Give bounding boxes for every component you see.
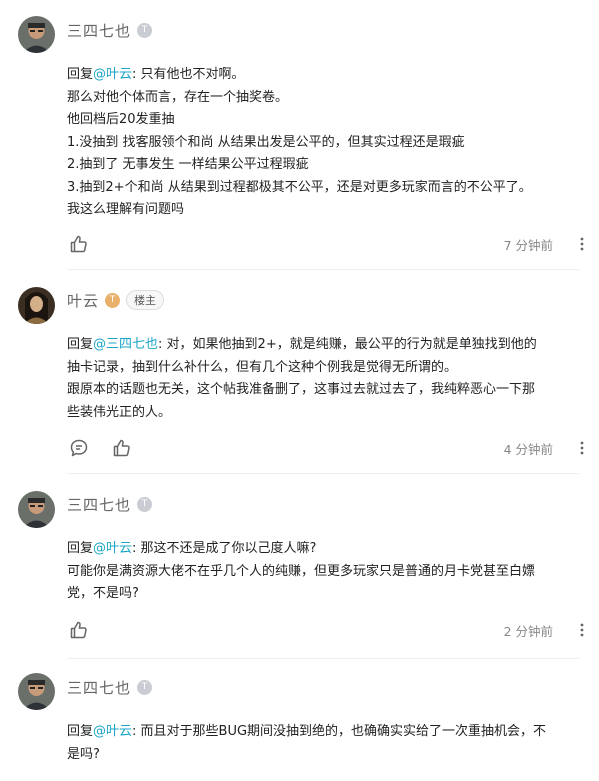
reply-colon: : bbox=[132, 724, 141, 739]
comment-body: 回复@叶云: 只有他也不对啊。 那么对他个体而言，存在一个抽奖卷。 他回档后20… bbox=[67, 64, 587, 222]
comment-line: 回复@叶云: 而且对于那些BUG期间没抽到绝的，也确确实实给了一次重抽机会，不 bbox=[67, 721, 587, 744]
reply-button[interactable] bbox=[68, 437, 90, 459]
reply-prefix: 回复 bbox=[67, 541, 94, 556]
comment-line: 跟原本的话题也无关，这个帖我准备删了，这事过去就过去了，我纯粹恶心一下那 bbox=[67, 382, 536, 397]
comment-line: 3.抽到2+个和尚 从结果到过程都极其不公平，还是对更多玩家而言的不公平了。 bbox=[67, 179, 532, 195]
timestamp: 2 分钟前 bbox=[503, 624, 553, 639]
comment-line: 1.没抽到 找客服领个和尚 从结果出发是公平的，但其实过程还是瑕疵 bbox=[67, 134, 465, 150]
mention-link[interactable]: @叶云 bbox=[93, 724, 132, 739]
avatar[interactable] bbox=[18, 491, 55, 528]
comment-actions: 2 分钟前 bbox=[67, 619, 587, 641]
author-row: 三四七也 T bbox=[67, 19, 153, 41]
username[interactable]: 叶云 bbox=[67, 290, 99, 311]
comment-line: 是吗? bbox=[67, 746, 100, 762]
author-row: 三四七也 T bbox=[67, 493, 153, 515]
comment-actions: 7 分钟前 bbox=[67, 233, 587, 255]
comment-line: 回复@三四七也: 对，如果他抽到2+，就是纯赚，最公平的行为就是单独找到他的 bbox=[67, 334, 587, 357]
thumbs-up-icon bbox=[70, 621, 87, 639]
author-row: 三四七也 T bbox=[67, 676, 153, 698]
like-button[interactable] bbox=[68, 233, 90, 255]
reply-prefix: 回复 bbox=[67, 724, 94, 739]
level-badge: T bbox=[137, 679, 153, 695]
comment-line: 回复@叶云: 只有他也不对啊。 bbox=[67, 64, 587, 87]
comment-body: 回复@叶云: 那这不还是成了你以己度人嘛? 可能你是满资源大佬不在乎几个人的纯赚… bbox=[67, 538, 587, 606]
timestamp: 7 分钟前 bbox=[503, 238, 553, 253]
comment-line: 回复@叶云: 那这不还是成了你以己度人嘛? bbox=[67, 538, 587, 561]
comment-line: 抽卡记录，抽到什么补什么，但有几个这种个例我是觉得无所谓的。 bbox=[67, 359, 458, 375]
comment-item: 三四七也 T 回复@叶云: 而且对于那些BUG期间没抽到绝的，也确确实实给了一次… bbox=[0, 660, 599, 781]
avatar[interactable] bbox=[18, 16, 55, 53]
mention-link[interactable]: @叶云 bbox=[93, 541, 132, 556]
reply-prefix: 回复 bbox=[67, 337, 94, 352]
comment-text: 而且对于那些BUG期间没抽到绝的，也确确实实给了一次重抽机会，不 bbox=[140, 724, 547, 739]
comment-bubble-icon bbox=[70, 439, 88, 457]
thumbs-up-icon bbox=[70, 235, 87, 253]
like-button[interactable] bbox=[68, 619, 90, 641]
like-button[interactable] bbox=[111, 437, 133, 459]
more-vertical-icon[interactable] bbox=[577, 437, 587, 459]
avatar[interactable] bbox=[18, 673, 55, 710]
comment-item: 叶云 T 楼主 回复@三四七也: 对，如果他抽到2+，就是纯赚，最公平的行为就是… bbox=[0, 270, 599, 475]
level-badge: T bbox=[137, 496, 153, 512]
comment-line: 2.抽到了 无事发生 一样结果公平过程瑕疵 bbox=[67, 157, 309, 172]
reply-colon: : bbox=[132, 541, 141, 556]
comment-line: 些装伟光正的人。 bbox=[67, 404, 172, 420]
avatar[interactable] bbox=[18, 287, 55, 324]
more-vertical-icon[interactable] bbox=[577, 233, 587, 255]
more-vertical-icon[interactable] bbox=[577, 619, 587, 641]
comment-line: 党，不是吗? bbox=[67, 586, 139, 601]
mention-link[interactable]: @三四七也 bbox=[93, 337, 158, 352]
reply-colon: : bbox=[158, 337, 167, 352]
op-badge: 楼主 bbox=[126, 290, 165, 310]
thumbs-up-icon bbox=[113, 439, 130, 457]
comment-body: 回复@三四七也: 对，如果他抽到2+，就是纯赚，最公平的行为就是单独找到他的 抽… bbox=[67, 334, 587, 424]
username[interactable]: 三四七也 bbox=[67, 677, 131, 698]
level-badge: T bbox=[105, 292, 121, 308]
comment-thread: 三四七也 T 回复@叶云: 只有他也不对啊。 那么对他个体而言，存在一个抽奖卷。… bbox=[0, 0, 599, 781]
divider bbox=[67, 473, 579, 474]
comment-line: 可能你是满资源大佬不在乎几个人的纯赚，但更多玩家只是普通的月卡党甚至白嫖 bbox=[67, 563, 536, 579]
comment-line: 我这么理解有问题吗 bbox=[67, 202, 185, 217]
reply-prefix: 回复 bbox=[67, 67, 94, 82]
author-row: 叶云 T 楼主 bbox=[67, 289, 165, 311]
comment-line: 那么对他个体而言，存在一个抽奖卷。 bbox=[67, 89, 289, 105]
mention-link[interactable]: @叶云 bbox=[93, 67, 132, 82]
comment-text: 对，如果他抽到2+，就是纯赚，最公平的行为就是单独找到他的 bbox=[166, 337, 537, 352]
comment-item: 三四七也 T 回复@叶云: 那这不还是成了你以己度人嘛? 可能你是满资源大佬不在… bbox=[0, 475, 599, 660]
reply-colon: : bbox=[132, 67, 141, 82]
comment-item: 三四七也 T 回复@叶云: 只有他也不对啊。 那么对他个体而言，存在一个抽奖卷。… bbox=[0, 0, 599, 270]
comment-body: 回复@叶云: 而且对于那些BUG期间没抽到绝的，也确确实实给了一次重抽机会，不 … bbox=[67, 721, 587, 766]
divider bbox=[67, 658, 579, 659]
comment-text: 只有他也不对啊。 bbox=[140, 67, 245, 82]
comment-actions: 4 分钟前 bbox=[67, 437, 587, 459]
username[interactable]: 三四七也 bbox=[67, 20, 131, 41]
level-badge: T bbox=[137, 22, 153, 38]
comment-text: 那这不还是成了你以己度人嘛? bbox=[140, 541, 317, 556]
comment-line: 他回档后20发重抽 bbox=[67, 112, 175, 127]
username[interactable]: 三四七也 bbox=[67, 494, 131, 515]
timestamp: 4 分钟前 bbox=[503, 442, 553, 457]
